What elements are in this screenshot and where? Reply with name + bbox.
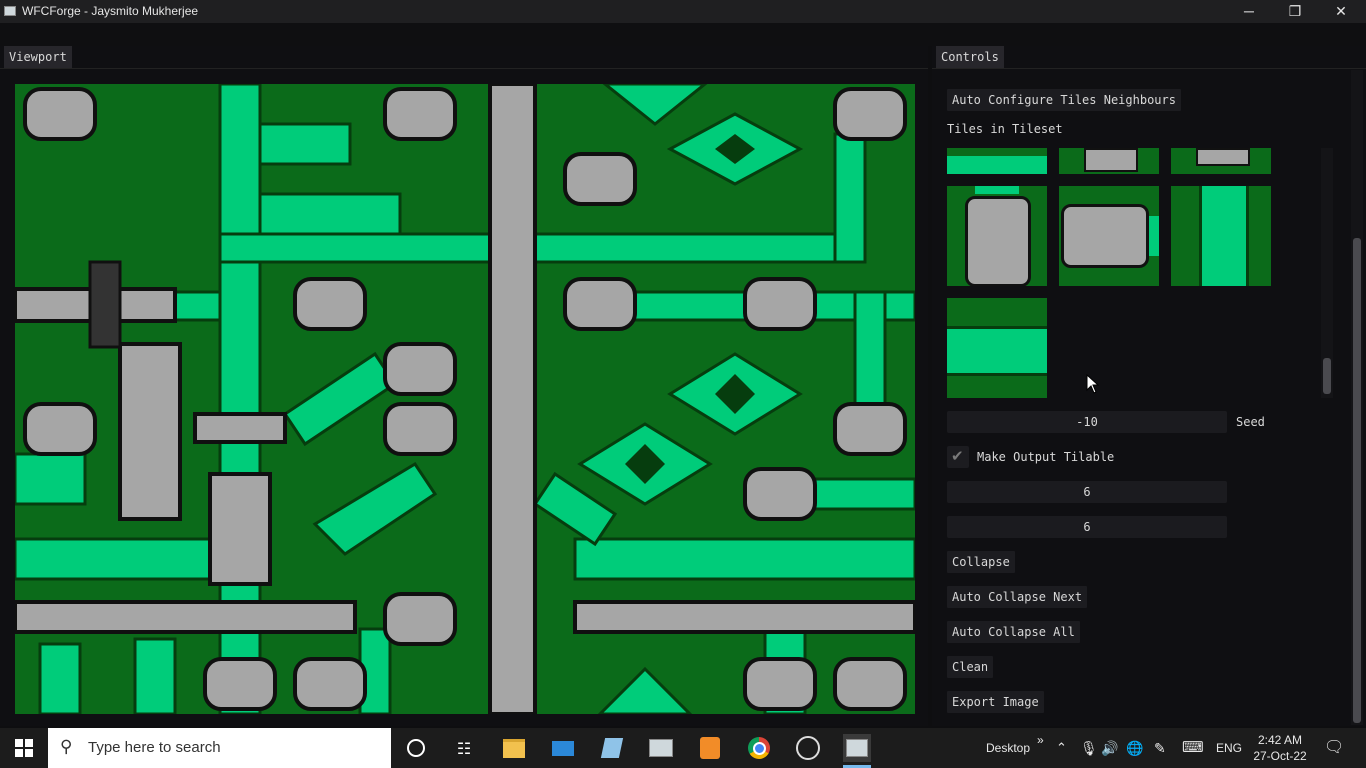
tile-pad	[1084, 148, 1138, 172]
search-icon: ⚲	[60, 737, 73, 756]
auto-collapse-next-button[interactable]: Auto Collapse Next	[947, 586, 1088, 608]
tile-thumbnail[interactable]	[1171, 186, 1271, 286]
auto-configure-neighbours-button[interactable]: Auto Configure Tiles Neighbours	[947, 89, 1181, 111]
tiles-heading: Tiles in Tileset	[947, 122, 1063, 136]
task-view-icon[interactable]: ☷	[450, 734, 478, 762]
clock[interactable]: 2:42 AM 27-Oct-22	[1250, 732, 1310, 764]
tile-thumbnail[interactable]	[1059, 148, 1159, 174]
tile-thumbnail[interactable]	[947, 148, 1047, 174]
seed-input[interactable]: -10	[947, 411, 1227, 433]
checkmark-icon: ✔	[951, 447, 964, 465]
tiles-scrollbar[interactable]	[1321, 148, 1333, 398]
tiles-scrollbar-thumb[interactable]	[1323, 358, 1331, 394]
app-icon	[4, 6, 16, 16]
windows-start-icon[interactable]	[10, 734, 38, 762]
output-width-input[interactable]: 6	[947, 481, 1227, 503]
toolbar-chevron[interactable]: »	[1037, 720, 1044, 760]
taskbar: ⚲ Type here to search ☷ Desktop » ⌃ 🎙 🔊 …	[0, 728, 1366, 768]
tile-trace	[1149, 216, 1159, 256]
chevron-up-icon[interactable]: ⌃	[1056, 728, 1067, 768]
network-globe-icon[interactable]: 🌐	[1126, 728, 1143, 768]
clean-button[interactable]: Clean	[947, 656, 994, 678]
controls-scrollbar-thumb[interactable]	[1353, 238, 1361, 723]
wfcforge-taskbar-icon[interactable]	[843, 734, 871, 762]
tile-thumbnail[interactable]	[947, 186, 1047, 286]
tile-pad	[1196, 148, 1250, 166]
window-title: WFCForge - Jaysmito Mukherjee	[22, 4, 199, 18]
viewport-output-image[interactable]	[15, 84, 915, 714]
clock-date: 27-Oct-22	[1253, 749, 1307, 763]
volume-icon[interactable]: 🔊	[1101, 728, 1118, 768]
taskbar-search-box[interactable]: ⚲ Type here to search	[48, 728, 391, 768]
tile-thumbnail[interactable]	[947, 298, 1047, 398]
tile-thumbnail[interactable]	[1059, 186, 1159, 286]
export-image-button[interactable]: Export Image	[947, 691, 1044, 713]
clock-time: 2:42 AM	[1257, 733, 1303, 747]
restore-button[interactable]: ❐	[1272, 0, 1318, 23]
tab-divider	[932, 68, 1366, 69]
photos-app-icon[interactable]	[647, 734, 675, 762]
microphone-icon[interactable]: 🎙	[1080, 728, 1098, 768]
tile-trace	[947, 326, 1047, 376]
minimize-button[interactable]: ─	[1226, 0, 1272, 23]
title-bar: WFCForge - Jaysmito Mukherjee ─ ❐ ✕	[0, 0, 1366, 23]
tile-trace	[975, 186, 1019, 194]
tile-pipe	[965, 196, 1031, 286]
keyboard-icon[interactable]: ⌨	[1182, 728, 1204, 768]
obs-icon[interactable]	[794, 734, 822, 762]
circuit-tiles-canvas	[15, 84, 915, 714]
file-explorer-icon[interactable]	[500, 734, 528, 762]
controls-scrollbar[interactable]	[1351, 70, 1363, 725]
mouse-cursor-icon	[1086, 374, 1100, 394]
tab-controls[interactable]: Controls	[936, 46, 1004, 68]
notifications-icon[interactable]: 🗨	[1324, 728, 1344, 768]
tile-thumbnail[interactable]	[1171, 148, 1271, 174]
cortana-icon[interactable]	[402, 734, 430, 762]
collapse-button[interactable]: Collapse	[947, 551, 1015, 573]
tile-trace	[947, 156, 1047, 174]
menu-bar	[0, 23, 1366, 46]
pen-icon[interactable]: ✎	[1154, 728, 1166, 768]
close-button[interactable]: ✕	[1318, 0, 1364, 23]
search-placeholder: Type here to search	[88, 739, 221, 756]
seed-label: Seed	[1236, 415, 1265, 429]
auto-collapse-all-button[interactable]: Auto Collapse All	[947, 621, 1080, 643]
tab-viewport[interactable]: Viewport	[4, 46, 72, 68]
mail-icon[interactable]	[549, 734, 577, 762]
tile-trace	[1199, 186, 1249, 286]
language-indicator[interactable]: ENG	[1216, 728, 1242, 768]
tab-divider	[0, 68, 928, 69]
make-tilable-checkbox[interactable]: ✔	[947, 446, 969, 468]
make-tilable-label: Make Output Tilable	[977, 450, 1115, 464]
sublime-text-icon[interactable]	[696, 734, 724, 762]
chrome-icon[interactable]	[745, 734, 773, 762]
desktop-toolbar-label[interactable]: Desktop	[986, 728, 1030, 768]
tile-pipe	[1061, 204, 1149, 268]
notes-app-icon[interactable]	[598, 734, 626, 762]
output-height-input[interactable]: 6	[947, 516, 1227, 538]
